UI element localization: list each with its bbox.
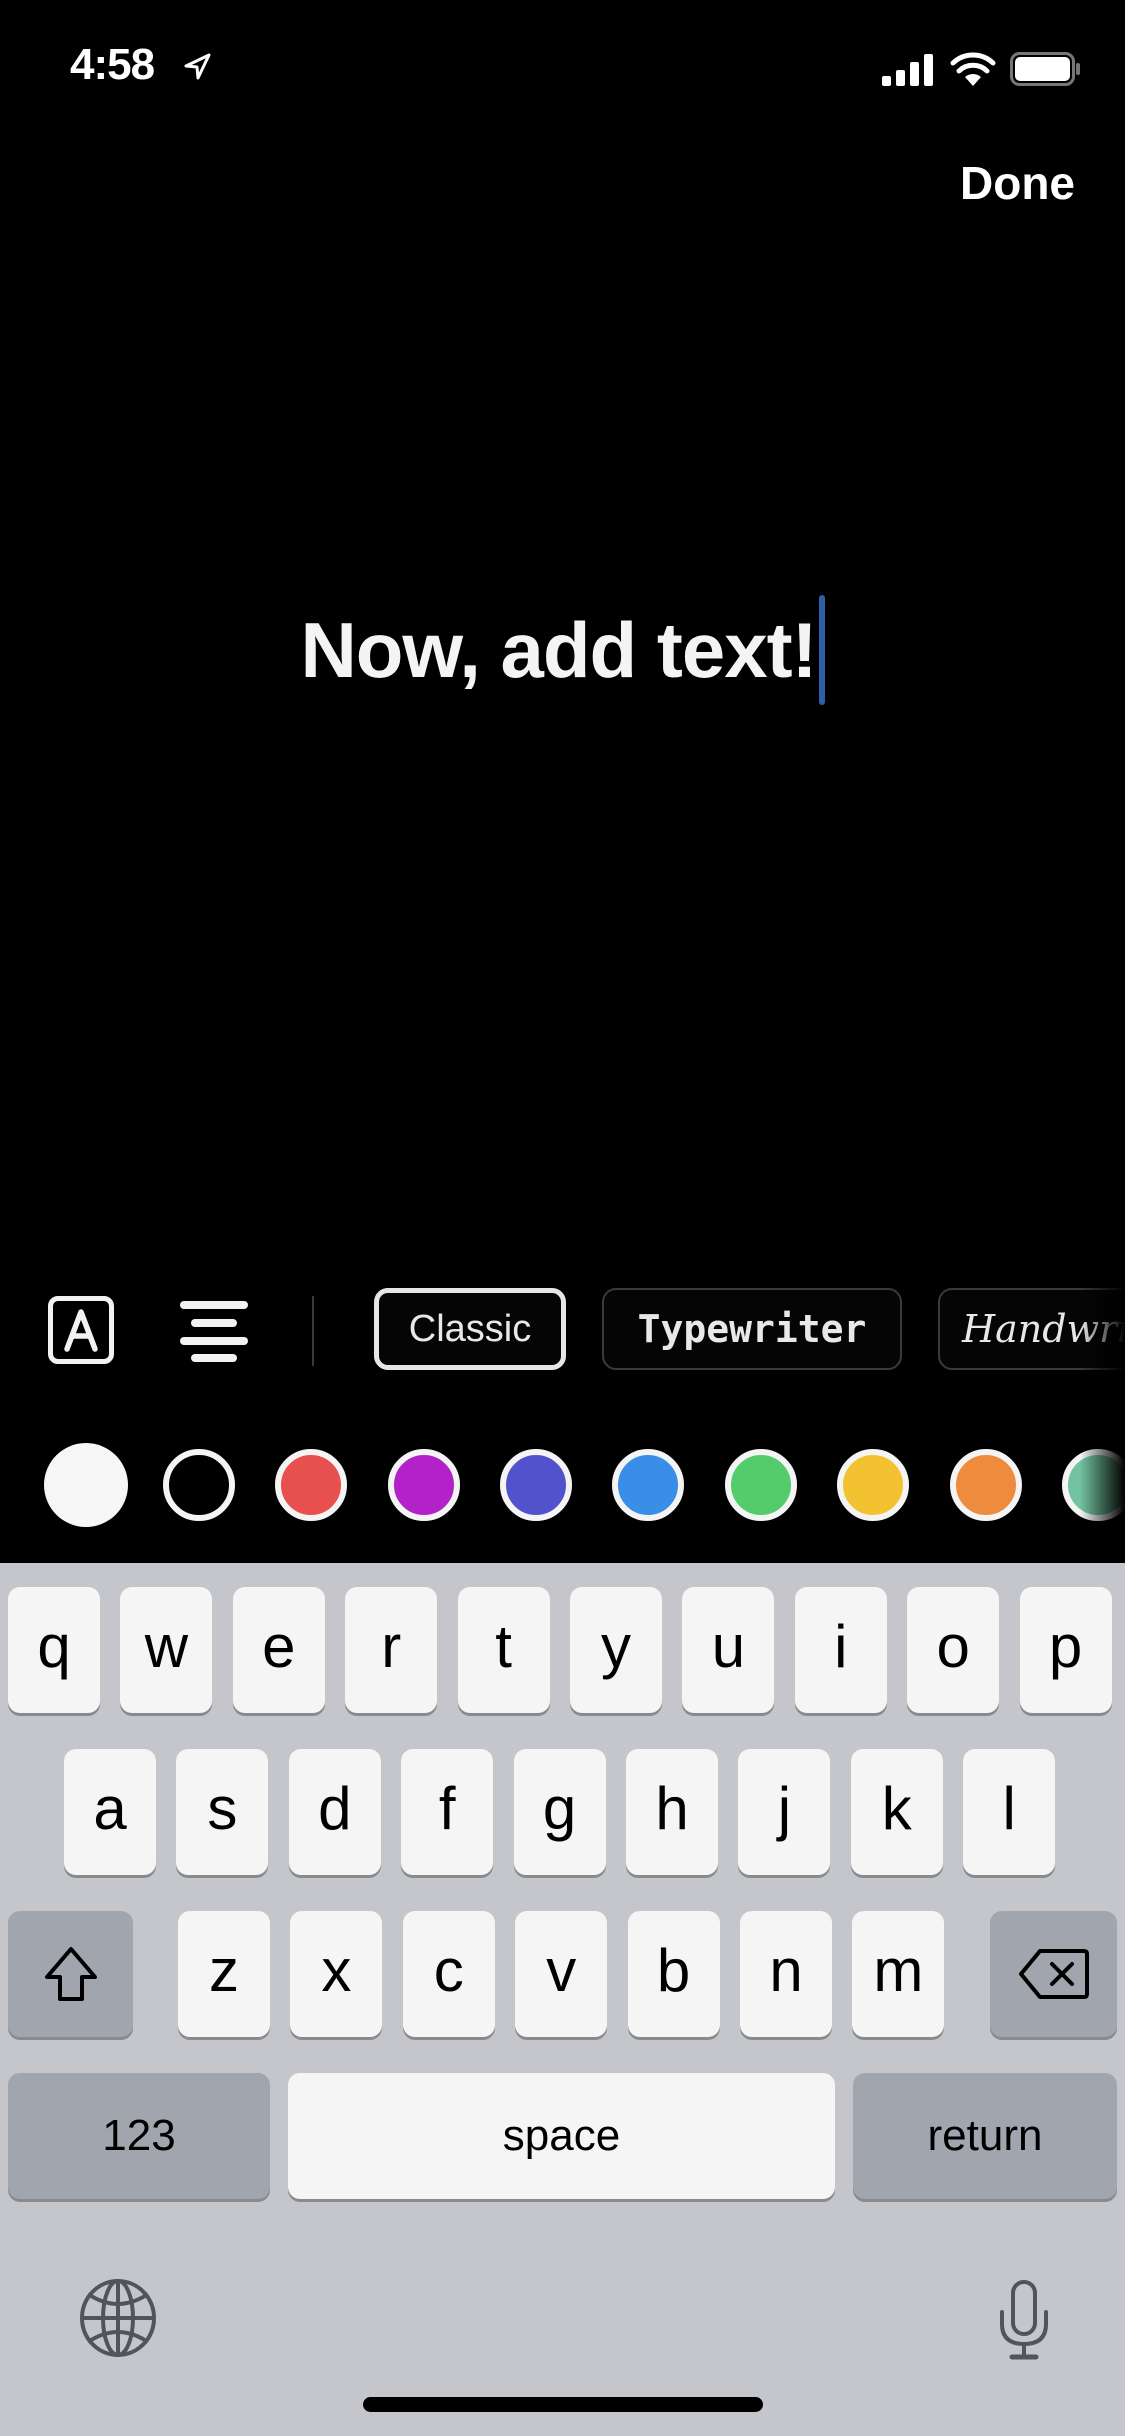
key-a[interactable]: a (64, 1749, 156, 1875)
key-b[interactable]: b (627, 1911, 720, 2037)
key-c[interactable]: c (402, 1911, 495, 2037)
key-n[interactable]: n (740, 1911, 832, 2037)
text-caret (818, 595, 825, 705)
return-key[interactable]: return (853, 2073, 1117, 2199)
key-l[interactable]: l (963, 1749, 1056, 1875)
battery-icon (1010, 52, 1080, 86)
font-option-classic[interactable]: Classic (374, 1288, 566, 1370)
color-swatch[interactable] (163, 1449, 235, 1521)
color-swatch[interactable] (275, 1449, 347, 1521)
shift-key[interactable] (8, 1911, 133, 2037)
key-k[interactable]: k (850, 1749, 943, 1875)
key-t[interactable]: t (457, 1587, 550, 1713)
key-s[interactable]: s (176, 1749, 269, 1875)
key-m[interactable]: m (852, 1911, 945, 2037)
home-indicator[interactable] (363, 2397, 763, 2412)
key-o[interactable]: o (907, 1587, 1000, 1713)
key-h[interactable]: h (626, 1749, 718, 1875)
globe-icon[interactable] (78, 2278, 158, 2358)
text-style-icon (64, 1309, 98, 1352)
keyboard: qwertyuiop asdfghjkl zxcvbnm 123 space r… (0, 1563, 1125, 2436)
key-r[interactable]: r (345, 1587, 438, 1713)
key-v[interactable]: v (515, 1911, 608, 2037)
location-arrow-icon (184, 53, 211, 80)
key-x[interactable]: x (290, 1911, 383, 2037)
key-e[interactable]: e (232, 1587, 325, 1713)
text-editor[interactable]: Now, add text! (0, 590, 1125, 710)
shift-arrow-icon (44, 1947, 97, 2001)
space-key[interactable]: space (288, 2073, 835, 2199)
key-w[interactable]: w (120, 1587, 213, 1713)
key-q[interactable]: q (8, 1587, 100, 1713)
key-y[interactable]: y (570, 1587, 662, 1713)
microphone-icon[interactable] (994, 2280, 1054, 2360)
text-input-content[interactable]: Now, add text! (300, 605, 817, 696)
color-swatch[interactable] (500, 1449, 572, 1521)
key-d[interactable]: d (288, 1749, 381, 1875)
key-f[interactable]: f (401, 1749, 494, 1875)
key-z[interactable]: z (178, 1911, 270, 2037)
key-j[interactable]: j (738, 1749, 831, 1875)
color-swatch[interactable] (837, 1449, 909, 1521)
color-swatch[interactable] (388, 1449, 460, 1521)
color-swatch[interactable] (44, 1443, 128, 1527)
color-swatch[interactable] (612, 1449, 684, 1521)
cellular-signal-icon (882, 54, 933, 86)
key-p[interactable]: p (1019, 1587, 1112, 1713)
status-time: 4:58 (70, 40, 155, 89)
font-option-typewriter[interactable]: Typewriter (602, 1288, 902, 1370)
wifi-icon (950, 52, 996, 86)
toolbar-divider (312, 1296, 314, 1366)
align-center-icon[interactable] (180, 1300, 252, 1362)
color-swatch[interactable] (1062, 1449, 1125, 1521)
text-style-button[interactable] (48, 1296, 114, 1364)
font-option-handwriting[interactable]: Handwriting (938, 1288, 1125, 1370)
color-swatch[interactable] (950, 1449, 1022, 1521)
numbers-key[interactable]: 123 (8, 2073, 270, 2199)
color-swatch[interactable] (725, 1449, 797, 1521)
delete-key[interactable] (990, 1911, 1117, 2037)
key-u[interactable]: u (682, 1587, 775, 1713)
key-g[interactable]: g (513, 1749, 606, 1875)
done-button[interactable]: Done (960, 156, 1075, 210)
backspace-icon (1018, 1949, 1089, 1999)
key-i[interactable]: i (794, 1587, 887, 1713)
